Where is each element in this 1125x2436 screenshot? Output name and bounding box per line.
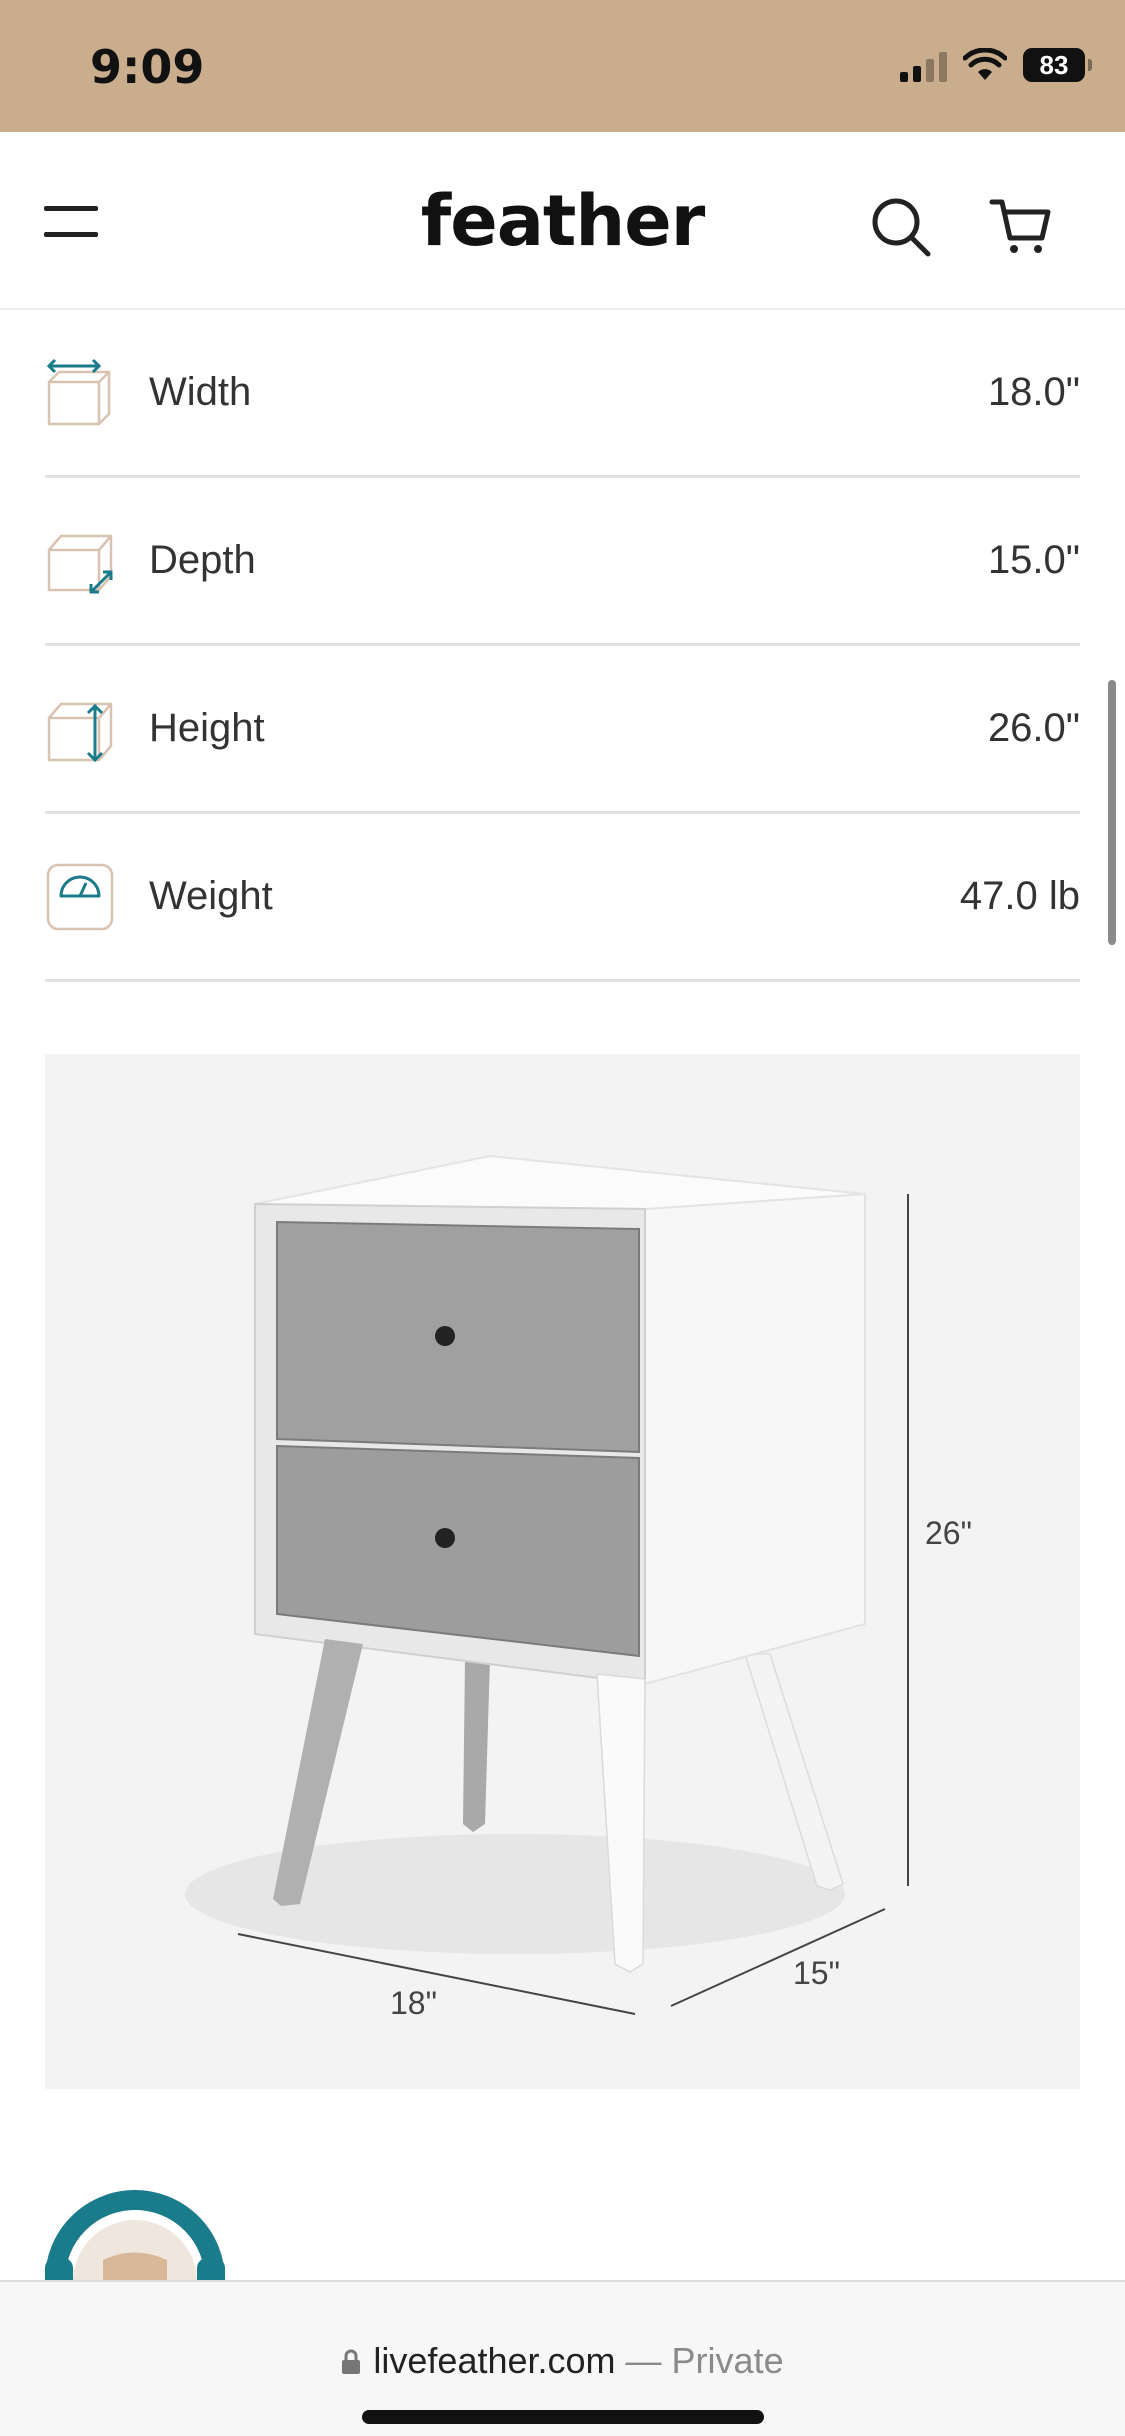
status-icons: 83 bbox=[900, 48, 1092, 82]
depth-icon bbox=[47, 534, 113, 593]
battery-level: 83 bbox=[1039, 49, 1069, 80]
product-dimension-image: 26" 18" 15" bbox=[45, 1054, 1080, 2089]
spec-row-weight: Weight 47.0 lb bbox=[45, 814, 1080, 982]
status-time: 9:09 bbox=[90, 40, 205, 94]
browser-bottom-bar: livefeather.com — Private bbox=[0, 2280, 1125, 2436]
site-header: feather bbox=[0, 132, 1125, 310]
spec-row-depth: Depth 15.0" bbox=[45, 478, 1080, 646]
spec-label: Weight bbox=[149, 874, 273, 918]
dimensions-list: Width 18.0" Depth 15.0" Height 26.0" Wei… bbox=[45, 310, 1080, 982]
site-logo[interactable]: feather bbox=[0, 180, 1125, 262]
scrollbar[interactable] bbox=[1108, 680, 1116, 945]
spec-value: 26.0" bbox=[987, 706, 1080, 750]
width-dimension-label: 18" bbox=[390, 1985, 437, 2021]
address-domain: livefeather.com bbox=[373, 2340, 616, 2381]
spec-label: Depth bbox=[149, 538, 256, 582]
spec-value: 15.0" bbox=[987, 538, 1080, 582]
spec-value: 18.0" bbox=[987, 370, 1080, 414]
address-bar[interactable]: livefeather.com — Private bbox=[0, 2340, 1125, 2382]
search-icon[interactable] bbox=[868, 194, 934, 260]
weight-icon bbox=[46, 863, 114, 930]
spec-label: Height bbox=[149, 706, 265, 750]
cart-icon[interactable] bbox=[988, 194, 1052, 258]
support-agent-icon bbox=[45, 2190, 225, 2280]
battery-icon: 83 bbox=[1023, 48, 1092, 82]
lock-icon bbox=[342, 2349, 361, 2374]
chat-support-avatar[interactable] bbox=[45, 2190, 225, 2280]
height-icon bbox=[47, 702, 113, 762]
wifi-icon bbox=[963, 48, 1007, 80]
width-icon bbox=[46, 358, 111, 425]
spec-row-width: Width 18.0" bbox=[45, 310, 1080, 478]
depth-dimension-label: 15" bbox=[793, 1955, 840, 1991]
spec-label: Width bbox=[149, 370, 252, 414]
cellular-signal-icon bbox=[900, 48, 947, 82]
home-indicator[interactable] bbox=[362, 2410, 764, 2424]
status-bar: 9:09 83 bbox=[0, 0, 1125, 132]
height-dimension-label: 26" bbox=[925, 1515, 972, 1551]
spec-value: 47.0 lb bbox=[959, 874, 1080, 918]
spec-row-height: Height 26.0" bbox=[45, 646, 1080, 814]
private-label: — Private bbox=[625, 2340, 784, 2381]
nightstand-illustration: 26" 18" 15" bbox=[185, 1154, 972, 2021]
